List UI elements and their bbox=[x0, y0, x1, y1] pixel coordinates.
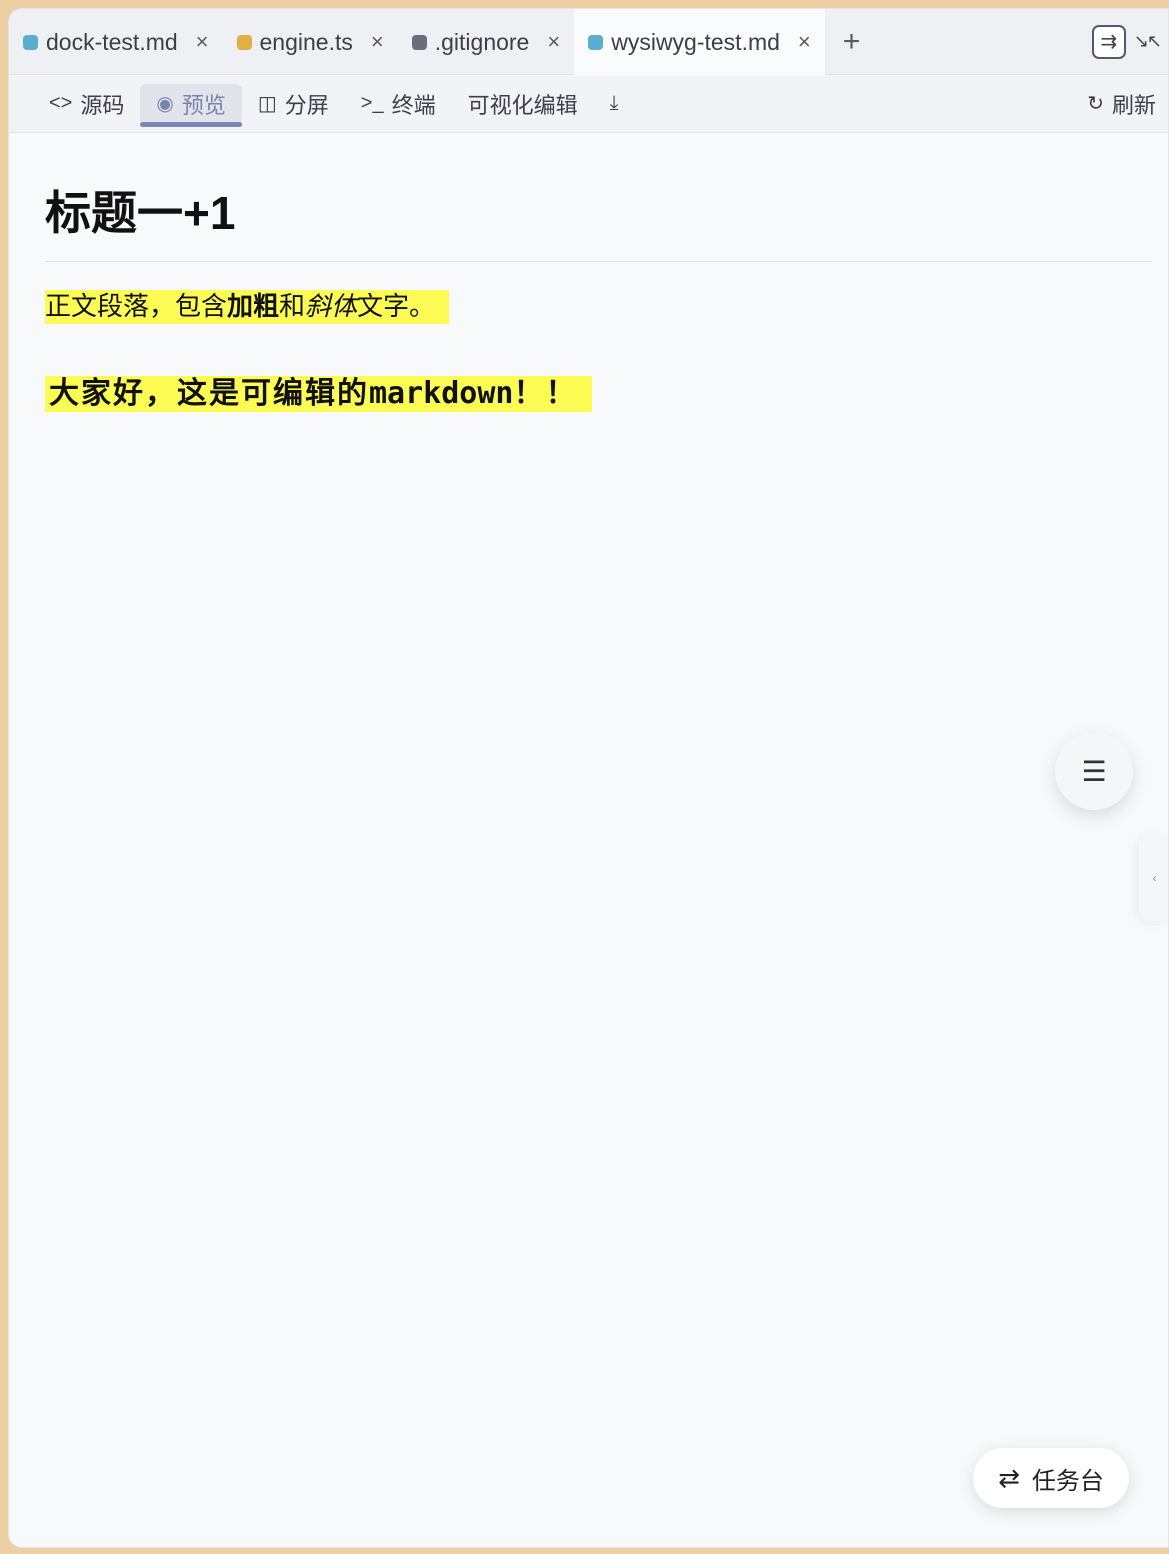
tab-engine[interactable]: engine.ts × bbox=[223, 9, 398, 75]
close-icon[interactable]: × bbox=[371, 31, 384, 53]
view-toolbar: <> 源码 ◉ 预览 ◫ 分屏 >_ 终端 可视化编辑 ⤓ ↻ 刷新 bbox=[9, 75, 1168, 133]
preview-view-button[interactable]: ◉ 预览 bbox=[140, 83, 243, 127]
typescript-file-icon bbox=[236, 34, 252, 50]
config-file-icon bbox=[411, 34, 427, 50]
close-icon[interactable]: × bbox=[547, 31, 560, 53]
side-panel-handle[interactable]: ‹ bbox=[1139, 835, 1168, 921]
paragraph: 正文段落，包含加粗和斜体文字。 bbox=[45, 290, 450, 324]
big-text: 大家好，这是可编辑的 bbox=[49, 376, 369, 411]
terminal-icon: >_ bbox=[360, 92, 384, 114]
split-icon: ◫ bbox=[257, 93, 277, 115]
chevron-left-icon: ‹ bbox=[1152, 871, 1157, 885]
para-text: 正文段落，包含 bbox=[45, 291, 228, 321]
tab-wysiwyg-test[interactable]: wysiwyg-test.md × bbox=[574, 9, 825, 75]
code-icon: <> bbox=[49, 92, 73, 114]
terminal-label: 终端 bbox=[391, 92, 436, 118]
task-console-label: 任务台 bbox=[1031, 1467, 1104, 1495]
collapse-icon[interactable]: ↘↖ bbox=[1134, 31, 1162, 52]
visual-edit-label: 可视化编辑 bbox=[467, 92, 578, 118]
tab-label: .gitignore bbox=[434, 28, 530, 55]
task-console-button[interactable]: ⇄ 任务台 bbox=[973, 1448, 1129, 1508]
tab-dock-test[interactable]: dock-test.md × bbox=[9, 9, 223, 75]
toc-button[interactable]: ☰ bbox=[1055, 732, 1133, 810]
swap-icon: ⇄ bbox=[998, 1462, 1020, 1493]
markdown-preview: 标题一+1 正文段落，包含加粗和斜体文字。 大家好，这是可编辑的markdown… bbox=[45, 133, 1152, 412]
para-text: 文字。 bbox=[357, 291, 436, 321]
source-label: 源码 bbox=[80, 92, 125, 118]
tab-label: dock-test.md bbox=[46, 28, 178, 55]
app-window: dock-test.md × engine.ts × .gitignore × … bbox=[8, 8, 1169, 1548]
markdown-file-icon bbox=[588, 34, 604, 50]
list-icon: ☰ bbox=[1081, 755, 1107, 787]
big-text-end: ！！ bbox=[513, 376, 578, 411]
bold-text: 加粗 bbox=[227, 291, 280, 321]
refresh-icon: ↻ bbox=[1087, 93, 1104, 115]
source-view-button[interactable]: <> 源码 bbox=[33, 84, 140, 124]
para-text: 和 bbox=[279, 291, 306, 321]
tab-label: engine.ts bbox=[259, 28, 353, 55]
tab-gitignore[interactable]: .gitignore × bbox=[398, 9, 574, 75]
download-icon: ⤓ bbox=[609, 92, 619, 114]
preview-label: 预览 bbox=[181, 92, 226, 118]
window-tools: ⇉ ↘↖ bbox=[1091, 9, 1168, 74]
refresh-label: 刷新 bbox=[1111, 92, 1156, 118]
refresh-button[interactable]: ↻ 刷新 bbox=[1071, 84, 1168, 124]
split-view-button[interactable]: ◫ 分屏 bbox=[242, 84, 345, 124]
close-icon[interactable]: × bbox=[798, 31, 811, 53]
document-heading: 标题一+1 bbox=[45, 177, 1152, 262]
markdown-file-icon bbox=[23, 34, 38, 50]
tab-label: wysiwyg-test.md bbox=[611, 28, 780, 55]
download-button[interactable]: ⤓ bbox=[594, 84, 635, 124]
terminal-button[interactable]: >_ 终端 bbox=[345, 84, 452, 124]
tab-bar: dock-test.md × engine.ts × .gitignore × … bbox=[9, 9, 1168, 75]
highlighted-line: 大家好，这是可编辑的markdown！！ bbox=[45, 376, 592, 412]
new-tab-button[interactable]: + bbox=[825, 9, 879, 74]
toggle-sidebar-icon[interactable]: ⇉ bbox=[1091, 24, 1126, 59]
eye-icon: ◉ bbox=[156, 93, 174, 115]
italic-text: 斜体 bbox=[305, 291, 358, 321]
visual-edit-button[interactable]: 可视化编辑 bbox=[452, 84, 594, 124]
big-text-latin: markdown bbox=[369, 376, 514, 411]
split-label: 分屏 bbox=[284, 92, 329, 118]
close-icon[interactable]: × bbox=[196, 31, 209, 53]
